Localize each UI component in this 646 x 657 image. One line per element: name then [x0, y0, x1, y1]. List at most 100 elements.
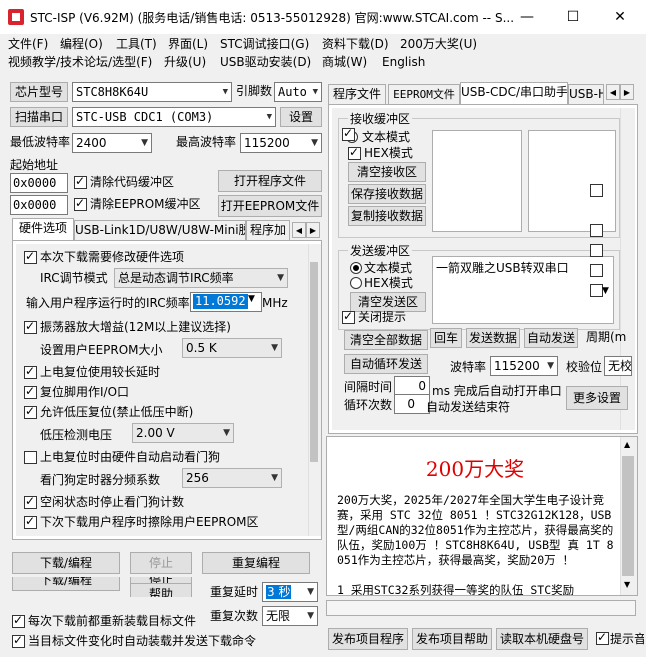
recv-hex-mode-checkbox[interactable] [348, 145, 361, 160]
long-reset-delay-label: 上电复位使用较长延时 [40, 365, 161, 379]
menu-file[interactable]: 文件(F) [8, 35, 48, 53]
idle-stop-watchdog-checkbox[interactable] [24, 494, 37, 509]
scroll-down-icon[interactable]: ▼ [624, 580, 630, 589]
menu-prize[interactable]: 200万大奖(U) [400, 35, 477, 53]
scan-port-button[interactable]: 扫描串口 [10, 107, 68, 127]
clear-all-data-button[interactable]: 清空全部数据 [344, 330, 428, 350]
tab-scroll-right-icon[interactable]: ▶ [620, 84, 634, 100]
send-option-checkbox-2[interactable] [590, 264, 603, 277]
menu-interface[interactable]: 界面(L) [168, 35, 208, 53]
receive-buffer-title: 接收缓冲区 [348, 110, 413, 128]
receive-text-area[interactable] [432, 130, 522, 232]
auto-send-on-change-checkbox[interactable] [12, 633, 25, 648]
tab-program-encrypt[interactable]: 程序加 [246, 220, 290, 240]
stop-button[interactable]: 停止 [130, 552, 192, 574]
publish-help-button[interactable]: 发布项目帮助 [412, 628, 492, 650]
save-receive-button[interactable]: 保存接收数据 [348, 184, 426, 204]
menu-english[interactable]: English [382, 53, 425, 71]
copy-receive-button[interactable]: 复制接收数据 [348, 206, 426, 226]
irc-mode-select[interactable]: 总是动态调节IRC频率 ▼ [114, 268, 288, 288]
send-hex-mode-radio[interactable] [350, 277, 362, 289]
menu-docs[interactable]: 资料下载(D) [322, 35, 389, 53]
menu-debug[interactable]: STC调试接口(G) [220, 35, 309, 53]
minimize-button[interactable]: — [504, 0, 550, 34]
eeprom-address-input[interactable]: 0x0000 [10, 195, 68, 215]
irc-frequency-input[interactable]: 11.0592 [193, 294, 248, 309]
serial-panel-scrollbar[interactable] [620, 108, 635, 430]
tab-usb-cdc-serial[interactable]: USB-CDC/串口助手 [460, 82, 568, 104]
auto-send-button[interactable]: 自动发送 [524, 328, 578, 348]
irc-mode-label: IRC调节模式 [40, 271, 108, 285]
tab-eeprom-file[interactable]: EEPROM文件 [388, 84, 460, 104]
tab-scroll-left-icon[interactable]: ◀ [606, 84, 620, 100]
reload-before-download-label: 每次下载前都重新装载目标文件 [28, 614, 197, 628]
code-address-input[interactable]: 0x0000 [10, 173, 68, 193]
download-program-button[interactable]: 下载/编程 [12, 552, 120, 574]
auto-loop-send-button[interactable]: 自动循环发送 [344, 354, 428, 374]
watchdog-divider-select[interactable]: 256 ▼ [182, 468, 282, 488]
loop-count-input[interactable]: 0 [394, 394, 430, 414]
tab-hardware-options[interactable]: 硬件选项 [12, 218, 74, 240]
tip-sound-checkbox[interactable] [596, 630, 609, 645]
menu-tools[interactable]: 工具(T) [116, 35, 157, 53]
port-settings-button[interactable]: 设置 [280, 107, 322, 127]
send-data-button[interactable]: 发送数据 [466, 328, 520, 348]
menu-program[interactable]: 编程(O) [60, 35, 103, 53]
tab-scroll-right-icon[interactable]: ▶ [306, 222, 320, 238]
eeprom-size-select[interactable]: 0.5 K ▼ [182, 338, 282, 358]
recv-extra-checkbox[interactable] [590, 184, 603, 197]
close-tip-checkbox[interactable] [342, 309, 355, 324]
pin-count-select[interactable]: Auto ▼ [274, 82, 322, 102]
repeat-program-button[interactable]: 重复编程 [202, 552, 310, 574]
repeat-count-select[interactable]: 无限 ▼ [262, 606, 318, 626]
min-baud-select[interactable]: 2400 ▼ [72, 133, 152, 153]
port-select[interactable]: STC-USB CDC1 (COM3) ▼ [72, 107, 276, 127]
menu-upgrade[interactable]: 升级(U) [164, 53, 206, 71]
advertisement-scroll-thumb[interactable] [622, 456, 634, 576]
reload-before-download-checkbox[interactable] [12, 613, 25, 628]
max-baud-select[interactable]: 115200 ▼ [240, 133, 322, 153]
more-settings-button[interactable]: 更多设置 [566, 386, 628, 410]
low-voltage-reset-checkbox[interactable] [24, 404, 37, 419]
modify-hw-options-checkbox[interactable] [24, 249, 37, 264]
baud-rate-select[interactable]: 115200 ▼ [490, 356, 558, 376]
open-program-file-button[interactable]: 打开程序文件 [218, 170, 322, 192]
parity-select[interactable]: 无校 [604, 356, 632, 376]
send-option-checkbox-1[interactable] [590, 244, 603, 257]
tab-scroll-left-icon[interactable]: ◀ [292, 222, 306, 238]
osc-gain-checkbox[interactable] [24, 319, 37, 334]
menu-video[interactable]: 视频教学/技术论坛/选型(F) [8, 53, 152, 71]
tab-program-file[interactable]: 程序文件 [328, 84, 386, 104]
send-option-checkbox-0[interactable] [590, 224, 603, 237]
read-hdd-serial-button[interactable]: 读取本机硬盘号 [496, 628, 588, 650]
clear-eeprom-checkbox[interactable] [74, 196, 87, 211]
receive-hex-area[interactable] [528, 130, 616, 232]
recv-mode-checkbox[interactable] [342, 126, 355, 141]
scroll-up-icon[interactable]: ▲ [624, 440, 630, 449]
reset-pin-io-checkbox[interactable] [24, 384, 37, 399]
repeat-delay-select[interactable]: 3 秒 ▼ [262, 582, 318, 602]
long-reset-delay-checkbox[interactable] [24, 364, 37, 379]
maximize-button[interactable]: ☐ [550, 0, 596, 34]
tab-usb-link[interactable]: USB-Link1D/U8W/U8W-Mini脱机 [74, 220, 246, 240]
clear-code-checkbox[interactable] [74, 174, 87, 189]
enter-button[interactable]: 回车 [430, 328, 462, 348]
chevron-down-icon: ▼ [271, 473, 278, 483]
send-text-area[interactable]: 一箭双雕之USB转双串口 [432, 256, 614, 324]
auto-watchdog-checkbox[interactable] [24, 451, 37, 464]
erase-eeprom-checkbox[interactable] [24, 514, 37, 529]
close-button[interactable]: ✕ [597, 0, 643, 34]
chip-model-select[interactable]: STC8H8K64U ▼ [72, 82, 232, 102]
chip-model-button[interactable]: 芯片型号 [10, 82, 68, 102]
low-voltage-select[interactable]: 2.00 V ▼ [132, 423, 234, 443]
hardware-scroll-thumb[interactable] [310, 262, 318, 462]
open-eeprom-file-button[interactable]: 打开EEPROM文件 [218, 195, 322, 217]
clear-receive-button[interactable]: 清空接收区 [348, 162, 426, 182]
send-text-mode-radio[interactable] [350, 262, 362, 274]
menu-shop[interactable]: 商城(W) [322, 53, 367, 71]
tab-usb-hid[interactable]: USB-H [568, 84, 604, 104]
period-label: 周期(ms [586, 330, 626, 344]
interval-input[interactable]: 0 [394, 376, 430, 396]
publish-program-button[interactable]: 发布项目程序 [328, 628, 408, 650]
menu-usb-driver[interactable]: USB驱动安装(D) [220, 53, 311, 71]
